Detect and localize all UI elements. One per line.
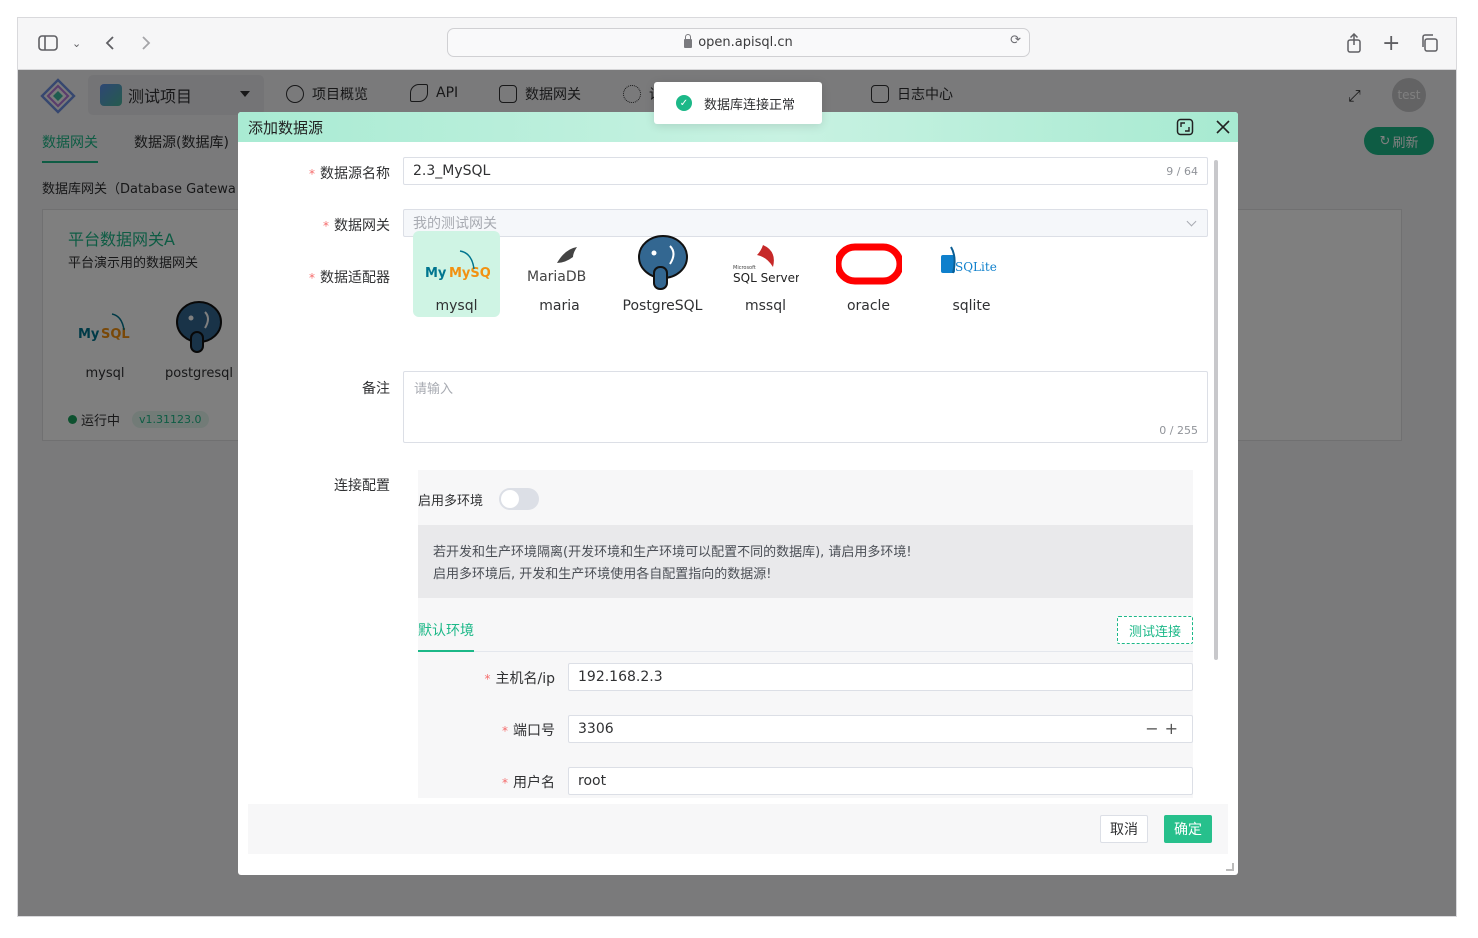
required-mark: * [502, 724, 508, 738]
sidebar-toggle-icon[interactable] [38, 32, 58, 54]
mysql-logo-text: MySQL [449, 266, 490, 281]
required-mark: * [484, 672, 491, 686]
mysql-logo-icon: My MySQL [425, 250, 490, 281]
port-stepper[interactable]: 3306 −+ [568, 715, 1193, 743]
host-value: 192.168.2.3 [578, 669, 663, 685]
lock-icon [684, 34, 693, 48]
env-tab-indicator [418, 650, 474, 652]
note-label: 备注 [362, 378, 390, 398]
adapter-name: PostgreSQL [622, 298, 703, 314]
gateway-label: * 数据网关 [323, 215, 390, 235]
success-toast: ✓ 数据库连接正常 [654, 82, 822, 124]
adapter-option-oracle[interactable]: oracle [825, 231, 912, 317]
adapter-name: mssql [744, 298, 786, 314]
add-datasource-dialog: 添加数据源 * 数据源名称 2.3_MySQL 9 / 64 * 数据网关 我的… [238, 112, 1238, 875]
tabs-overview-icon[interactable] [1420, 32, 1438, 54]
postgresql-logo-icon [638, 235, 688, 290]
adapter-option-mssql[interactable]: Microsoft SQL Server mssql [722, 231, 809, 317]
mssql-logo-text: SQL Server [733, 271, 799, 285]
host-label: * 主机名/ip [485, 668, 556, 688]
cancel-button[interactable]: 取消 [1100, 815, 1148, 843]
back-icon[interactable] [104, 32, 116, 54]
note-placeholder: 请输入 [414, 382, 454, 397]
required-mark: * [309, 167, 315, 181]
forward-icon[interactable] [140, 32, 152, 54]
name-value: 2.3_MySQL [413, 163, 491, 179]
note-counter: 0 / 255 [1159, 424, 1198, 437]
adapter-option-maria[interactable]: MariaDB maria [516, 231, 603, 317]
adapter-label-text: 数据适配器 [320, 270, 390, 286]
connection-config-panel: 启用多环境 若开发和生产环境隔离(开发环境和生产环境可以配置不同的数据库), 请… [418, 470, 1193, 798]
env-tab-divider [418, 651, 1193, 652]
required-mark: * [502, 776, 508, 790]
stepper-buttons[interactable]: −+ [1145, 719, 1184, 738]
adapter-option-postgresql[interactable]: PostgreSQL [619, 231, 706, 317]
host-input[interactable]: 192.168.2.3 [568, 663, 1193, 691]
dialog-title: 添加数据源 [248, 118, 324, 137]
mariadb-logo-icon: MariaDB [527, 247, 586, 285]
toast-message: 数据库连接正常 [704, 97, 796, 113]
svg-text:My: My [425, 266, 447, 281]
hint-line: 启用多环境后, 开发和生产环境使用各自配置指向的数据源! [433, 567, 772, 582]
oracle-logo-icon [836, 243, 902, 285]
user-label: * 用户名 [502, 772, 555, 792]
name-label: * 数据源名称 [309, 163, 390, 183]
username-input[interactable]: root [568, 767, 1193, 795]
adapter-name: maria [539, 298, 580, 314]
required-mark: * [323, 219, 329, 233]
gateway-label-text: 数据网关 [334, 218, 390, 234]
tab-default-env[interactable]: 默认环境 [418, 620, 474, 640]
host-label-text: 主机名/ip [495, 671, 556, 687]
name-label-text: 数据源名称 [320, 166, 390, 182]
url-text: open.apisql.cn [698, 35, 793, 50]
resize-handle[interactable] [1226, 863, 1234, 871]
note-label-text: 备注 [362, 381, 390, 397]
confirm-button[interactable]: 确定 [1164, 815, 1212, 843]
check-circle-icon: ✓ [676, 95, 692, 111]
sqlserver-logo-icon: Microsoft SQL Server [733, 245, 799, 285]
adapter-name: mysql [435, 298, 478, 314]
close-icon[interactable] [1214, 118, 1232, 136]
multi-env-label: 启用多环境 [418, 494, 484, 509]
sqlite-logo-icon: SQLite [941, 246, 997, 274]
note-textarea[interactable]: 请输入 0 / 255 [403, 371, 1208, 443]
username-value: root [578, 773, 607, 789]
sqlite-logo-text: SQLite [955, 260, 997, 274]
datasource-name-input[interactable]: 2.3_MySQL 9 / 64 [403, 157, 1208, 185]
browser-window: ⌄ open.apisql.cn ⟳ + 测试项目 [17, 17, 1457, 917]
browser-toolbar: ⌄ open.apisql.cn ⟳ + [18, 18, 1456, 70]
new-tab-icon[interactable]: + [1382, 31, 1400, 56]
maximize-icon[interactable] [1176, 118, 1194, 136]
port-label-text: 端口号 [513, 723, 555, 739]
required-mark: * [309, 271, 315, 285]
hint-line: 若开发和生产环境隔离(开发环境和生产环境可以配置不同的数据库), 请启用多环境! [433, 545, 912, 560]
dialog-scrollbar[interactable] [1214, 160, 1218, 660]
chevron-down-icon[interactable]: ⌄ [72, 32, 81, 54]
adapter-option-mysql[interactable]: My MySQL mysql [413, 231, 500, 317]
adapter-option-sqlite[interactable]: SQLite sqlite [928, 231, 1015, 317]
port-value: 3306 [578, 721, 614, 737]
test-connection-button[interactable]: 测试连接 [1117, 616, 1193, 644]
mariadb-logo-text: MariaDB [527, 269, 586, 285]
multi-env-toggle[interactable] [499, 488, 539, 510]
dialog-footer: 取消 确定 [248, 804, 1228, 854]
name-counter: 9 / 64 [1166, 165, 1198, 178]
gateway-placeholder: 我的测试网关 [413, 216, 497, 232]
adapter-label: * 数据适配器 [309, 267, 390, 287]
address-bar[interactable]: open.apisql.cn ⟳ [447, 28, 1030, 57]
multi-env-hint: 若开发和生产环境隔离(开发环境和生产环境可以配置不同的数据库), 请启用多环境!… [418, 525, 1193, 598]
chevron-down-icon [1186, 216, 1197, 227]
adapter-name: oracle [846, 298, 891, 314]
reload-icon[interactable]: ⟳ [1010, 33, 1021, 48]
conn-config-label: 连接配置 [334, 475, 390, 495]
dialog-body: * 数据源名称 2.3_MySQL 9 / 64 * 数据网关 我的测试网关 * 数据… [238, 142, 1238, 798]
adapter-name: sqlite [952, 298, 991, 314]
port-label: * 端口号 [502, 720, 555, 740]
conn-config-label-text: 连接配置 [334, 478, 390, 494]
share-icon[interactable] [1346, 32, 1362, 54]
user-label-text: 用户名 [513, 775, 555, 791]
